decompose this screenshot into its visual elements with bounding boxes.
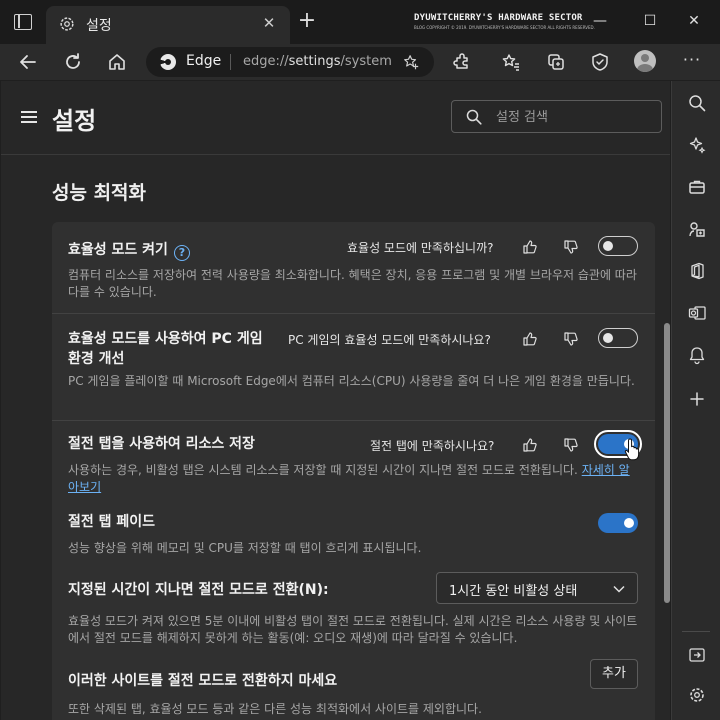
address-url: edge://settings/system xyxy=(243,54,392,69)
settings-header: 설정 xyxy=(1,81,670,155)
tab-title: 설정 xyxy=(86,18,112,34)
watermark-title: DYUWITCHERRY'S HARDWARE SECTOR xyxy=(414,13,583,23)
menu-icon[interactable] xyxy=(21,111,37,123)
pc-gaming-title: 효율성 모드를 사용하여 PC 게임 환경 개선 xyxy=(68,331,263,367)
gear-icon xyxy=(60,17,74,31)
watermark-copyright: BLOG COPYRIGHT © 2019. DYUWITCHERRY'S HA… xyxy=(414,25,595,30)
page-scrollbar[interactable] xyxy=(664,323,670,603)
home-icon[interactable] xyxy=(105,50,129,74)
games-icon[interactable] xyxy=(687,219,707,239)
watermark: DYUWITCHERRY'S HARDWARE SECTOR BLOG COPY… xyxy=(414,13,604,30)
browser-essentials-icon[interactable] xyxy=(588,50,612,74)
sidebar-divider xyxy=(682,631,710,632)
browser-toolbar: Edge edge://settings/system ··· xyxy=(0,44,720,80)
notifications-bell-icon[interactable] xyxy=(687,345,707,365)
outlook-icon[interactable] xyxy=(687,303,707,323)
fade-sleeping-tabs-row: 절전 탭 페이드 성능 향상을 위해 메모리 및 CPU를 저장할 때 탭이 흐… xyxy=(52,504,655,566)
maximize-button[interactable]: ☐ xyxy=(638,10,662,32)
add-favorite-icon[interactable] xyxy=(402,53,420,71)
favorites-icon[interactable] xyxy=(499,50,523,74)
refresh-icon[interactable] xyxy=(61,50,85,74)
tab-actions-icon[interactable] xyxy=(14,14,32,30)
never-sleep-sites-title: 이러한 사이트를 절전 모드로 전환하지 마세요 xyxy=(68,673,338,689)
fade-sleeping-tabs-description: 성능 향상을 위해 메모리 및 CPU를 저장할 때 탭이 흐리게 표시됩니다. xyxy=(68,541,422,555)
address-site-name: Edge xyxy=(186,53,222,69)
performance-card: 효율성 모드 켜기? 효율성 모드에 만족하십니까? 컴퓨터 리소스를 저장하여… xyxy=(52,222,655,720)
profile-avatar[interactable] xyxy=(634,50,656,72)
sleep-timeout-value: 1시간 동안 비활성 상태 xyxy=(449,584,578,599)
back-arrow-icon[interactable] xyxy=(16,50,40,74)
tools-briefcase-icon[interactable] xyxy=(687,177,707,197)
address-bar[interactable]: Edge edge://settings/system xyxy=(146,47,434,77)
new-tab-button[interactable]: + xyxy=(296,10,318,33)
sleeping-tabs-title: 절전 탭을 사용하여 리소스 저장 xyxy=(68,436,255,452)
search-icon[interactable] xyxy=(687,93,707,113)
edge-sidebar xyxy=(671,81,720,720)
sleep-timeout-description: 효율성 모드가 켜져 있으면 5분 이내에 비활성 탭이 절전 모드로 전환됩니… xyxy=(68,614,638,645)
pc-gaming-row: 효율성 모드를 사용하여 PC 게임 환경 개선 PC 게임의 효율성 모드에 만… xyxy=(52,315,655,421)
page-title: 설정 xyxy=(52,107,97,135)
sidebar-settings-gear-icon[interactable] xyxy=(687,685,707,705)
add-icon[interactable] xyxy=(687,389,707,409)
pc-gaming-toggle[interactable] xyxy=(598,328,638,348)
search-icon xyxy=(466,109,482,125)
sleeping-tabs-row: 절전 탭을 사용하여 리소스 저장 절전 탭에 만족하시나요? 사용하는 경우,… xyxy=(52,422,655,504)
never-sleep-sites-description: 또한 삭제된 탭, 효율성 모드 등과 같은 다른 성능 최적화에서 사이트를 … xyxy=(68,702,482,716)
efficiency-feedback-text: 효율성 모드에 만족하십니까? xyxy=(347,241,494,255)
thumbs-down-icon[interactable] xyxy=(563,239,579,255)
office-icon[interactable] xyxy=(687,261,707,281)
settings-page: 설정 성능 최적화 효율성 모드 켜기? 효율성 모드에 만족하십니까? 컴퓨터… xyxy=(1,81,670,720)
section-title: 성능 최적화 xyxy=(52,182,147,204)
title-bar: 설정 ✕ + DYUWITCHERRY'S HARDWARE SECTOR BL… xyxy=(0,0,720,44)
never-sleep-sites-row: 이러한 사이트를 절전 모드로 전환하지 마세요 추가 또한 삭제된 탭, 효율… xyxy=(52,659,655,720)
edge-logo-icon xyxy=(160,54,176,70)
efficiency-mode-row: 효율성 모드 켜기? 효율성 모드에 만족하십니까? 컴퓨터 리소스를 저장하여… xyxy=(52,222,655,314)
address-separator xyxy=(230,54,231,70)
thumbs-down-icon[interactable] xyxy=(563,331,579,347)
efficiency-mode-toggle[interactable] xyxy=(598,236,638,256)
hide-sidebar-icon[interactable] xyxy=(687,645,707,665)
fade-sleeping-tabs-title: 절전 탭 페이드 xyxy=(68,514,156,530)
add-site-button[interactable]: 추가 xyxy=(590,659,638,689)
tab-close-icon[interactable]: ✕ xyxy=(258,12,280,34)
collections-icon[interactable] xyxy=(544,50,568,74)
pc-gaming-feedback-text: PC 게임의 효율성 모드에 만족하시나요? xyxy=(288,333,491,347)
sleep-timeout-select[interactable]: 1시간 동안 비활성 상태 xyxy=(436,572,638,604)
settings-more-icon[interactable]: ··· xyxy=(680,50,704,74)
efficiency-mode-description: 컴퓨터 리소스를 저장하여 전력 사용량을 최소화합니다. 혜택은 장치, 응용… xyxy=(68,268,637,299)
chevron-down-icon xyxy=(613,585,625,593)
pc-gaming-description: PC 게임을 플레이할 때 Microsoft Edge에서 컴퓨터 리소스(C… xyxy=(68,374,635,388)
extensions-icon[interactable] xyxy=(450,50,474,74)
help-icon[interactable]: ? xyxy=(173,245,190,261)
close-window-button[interactable]: ✕ xyxy=(682,10,706,32)
thumbs-up-icon[interactable] xyxy=(522,239,538,255)
efficiency-mode-title: 효율성 모드 켜기? xyxy=(68,240,190,261)
sleep-timeout-row: 지정된 시간이 지나면 절전 모드로 전환(N): 1시간 동안 비활성 상태 … xyxy=(52,572,655,662)
sleep-timeout-title: 지정된 시간이 지나면 절전 모드로 전환(N): xyxy=(68,582,329,598)
thumbs-up-icon[interactable] xyxy=(522,437,538,453)
sleeping-tabs-feedback-text: 절전 탭에 만족하시나요? xyxy=(370,439,495,453)
fade-sleeping-tabs-toggle[interactable] xyxy=(598,513,638,533)
sleeping-tabs-description: 사용하는 경우, 비활성 탭은 시스템 리소스를 저장할 때 지정된 시간이 지… xyxy=(68,463,630,494)
discover-sparkle-icon[interactable] xyxy=(687,135,707,155)
hand-cursor-icon xyxy=(624,438,640,461)
search-input[interactable] xyxy=(496,107,656,127)
thumbs-down-icon[interactable] xyxy=(563,437,579,453)
thumbs-up-icon[interactable] xyxy=(522,331,538,347)
tab-settings[interactable]: 설정 ✕ xyxy=(46,6,290,44)
minimize-button[interactable]: — xyxy=(588,10,612,32)
settings-search[interactable] xyxy=(451,100,662,133)
